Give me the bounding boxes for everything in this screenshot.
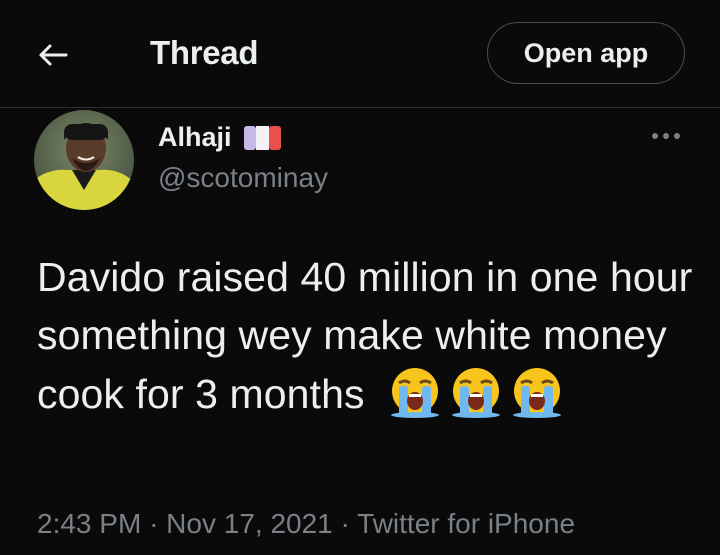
- tweet-text: Davido raised 40 million in one hour som…: [37, 254, 693, 417]
- loudly-crying-face-icon: [391, 368, 440, 418]
- separator: ·: [149, 508, 159, 539]
- tweet-body: Davido raised 40 million in one hour som…: [37, 248, 697, 423]
- author-handle[interactable]: @scotominay: [158, 162, 328, 194]
- tweet-source[interactable]: Twitter for iPhone: [357, 508, 575, 539]
- avatar[interactable]: [34, 110, 134, 210]
- more-options-button[interactable]: [646, 118, 686, 154]
- emoji-group: [386, 364, 566, 418]
- page-title: Thread: [150, 34, 259, 71]
- separator: ·: [340, 508, 350, 539]
- app-header: Thread Open app: [0, 0, 720, 108]
- author-display-name[interactable]: Alhaji: [158, 122, 232, 153]
- loudly-crying-face-icon: [513, 368, 562, 418]
- loudly-crying-face-icon: [452, 368, 501, 418]
- more-horizontal-icon: [652, 133, 658, 139]
- tweet-metadata: 2:43 PM · Nov 17, 2021 · Twitter for iPh…: [37, 508, 575, 540]
- back-button[interactable]: [30, 32, 76, 78]
- tweet-date[interactable]: Nov 17, 2021: [166, 508, 333, 539]
- flag-emoji-icon: [243, 124, 282, 152]
- tweet-time[interactable]: 2:43 PM: [37, 508, 141, 539]
- author-name-row[interactable]: Alhaji: [158, 122, 282, 153]
- open-app-button[interactable]: Open app: [487, 22, 685, 84]
- arrow-left-icon: [39, 44, 68, 66]
